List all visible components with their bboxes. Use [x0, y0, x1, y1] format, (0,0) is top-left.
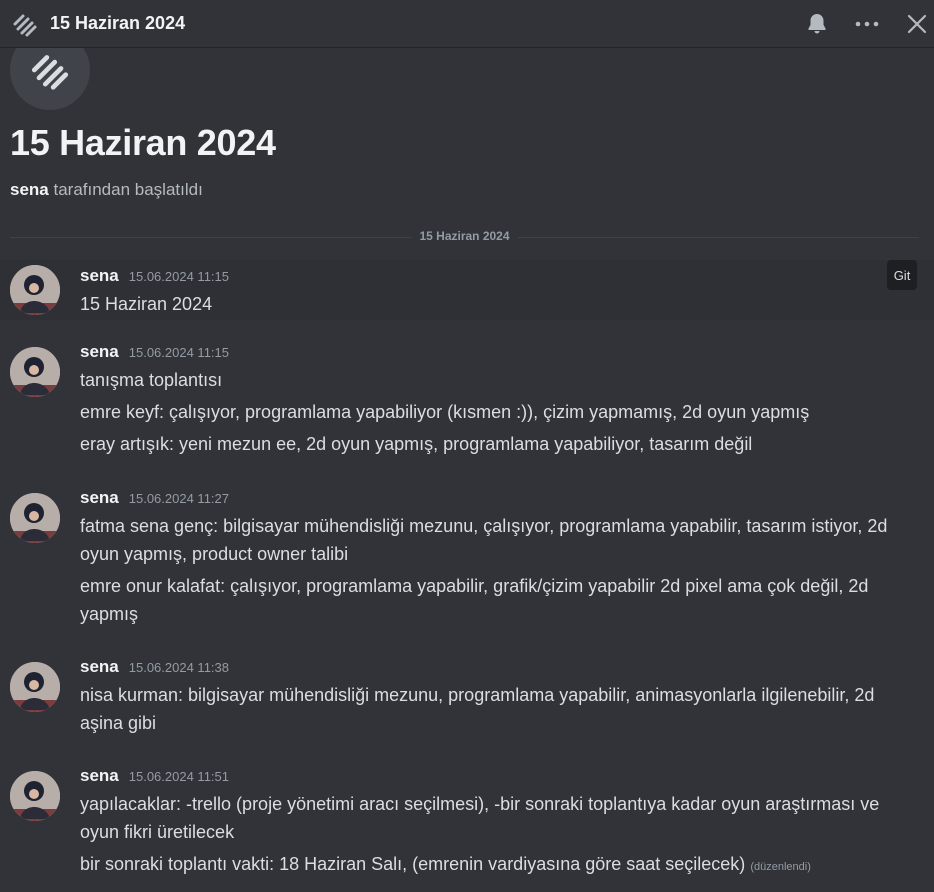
message-text: fatma sena genç: bilgisayar mühendisliği… — [80, 516, 888, 564]
message-timestamp: 15.06.2024 11:38 — [128, 660, 229, 675]
message[interactable]: sena 15.06.2024 11:15 15 Haziran 2024 Gi… — [0, 260, 934, 320]
avatar[interactable] — [10, 662, 60, 712]
avatar[interactable] — [10, 347, 60, 397]
message[interactable]: sena 15.06.2024 11:15 tanışma toplantısı… — [0, 342, 934, 458]
date-divider-label: 15 Haziran 2024 — [411, 229, 518, 243]
message-timestamp: 15.06.2024 11:15 — [128, 269, 229, 284]
message[interactable]: sena 15.06.2024 11:27 fatma sena genç: b… — [0, 488, 934, 628]
message-text: bir sonraki toplantı vakti: 18 Haziran S… — [80, 854, 746, 874]
close-icon — [907, 14, 927, 33]
started-by-suffix: tarafından başlatıldı — [53, 180, 203, 199]
edited-label: (düzenlendi) — [750, 861, 811, 873]
header-title: 15 Haziran 2024 — [50, 13, 186, 33]
message-text: yapılacaklar: -trello (proje yönetimi ar… — [80, 794, 880, 842]
thread-header: 15 Haziran 2024 — [0, 0, 934, 48]
message-author[interactable]: sena — [80, 766, 119, 786]
notification-bell-button[interactable] — [802, 9, 832, 39]
starter-username[interactable]: sena — [10, 180, 49, 199]
thread-title: 15 Haziran 2024 — [10, 122, 276, 163]
thread-start: 15 Haziran 2024 sena tarafından başlatıl… — [10, 30, 924, 200]
avatar[interactable] — [10, 493, 60, 543]
message-timestamp: 15.06.2024 11:15 — [128, 345, 229, 360]
more-options-button[interactable] — [852, 9, 882, 39]
bell-icon — [808, 13, 826, 33]
message-text: 15 Haziran 2024 — [80, 294, 213, 314]
message-text: eray artışık: yeni mezun ee, 2d oyun yap… — [80, 434, 753, 454]
started-by-text: sena tarafından başlatıldı — [10, 180, 924, 200]
message-author[interactable]: sena — [80, 342, 119, 362]
message-text: emre keyf: çalışıyor, programlama yapabi… — [80, 402, 810, 422]
close-button[interactable] — [902, 9, 932, 39]
message-text: tanışma toplantısı — [80, 370, 223, 390]
message[interactable]: sena 15.06.2024 11:51 yapılacaklar: -tre… — [0, 766, 934, 881]
message-author[interactable]: sena — [80, 657, 119, 677]
avatar[interactable] — [10, 265, 60, 315]
message-timestamp: 15.06.2024 11:27 — [128, 491, 229, 506]
go-to-message-button[interactable]: Git — [887, 260, 917, 290]
message-timestamp: 15.06.2024 11:51 — [128, 769, 229, 784]
message-text: nisa kurman: bilgisayar mühendisliği mez… — [80, 685, 875, 733]
more-icon — [855, 21, 879, 26]
message-text: emre onur kalafat: çalışıyor, programlam… — [80, 576, 869, 624]
message-text-with-edit: bir sonraki toplantı vakti: 18 Haziran S… — [80, 850, 894, 881]
message-author[interactable]: sena — [80, 266, 119, 286]
avatar[interactable] — [10, 771, 60, 821]
thread-icon — [10, 9, 40, 39]
date-divider: 15 Haziran 2024 — [10, 229, 919, 243]
message[interactable]: sena 15.06.2024 11:38 nisa kurman: bilgi… — [0, 657, 934, 737]
message-author[interactable]: sena — [80, 488, 119, 508]
